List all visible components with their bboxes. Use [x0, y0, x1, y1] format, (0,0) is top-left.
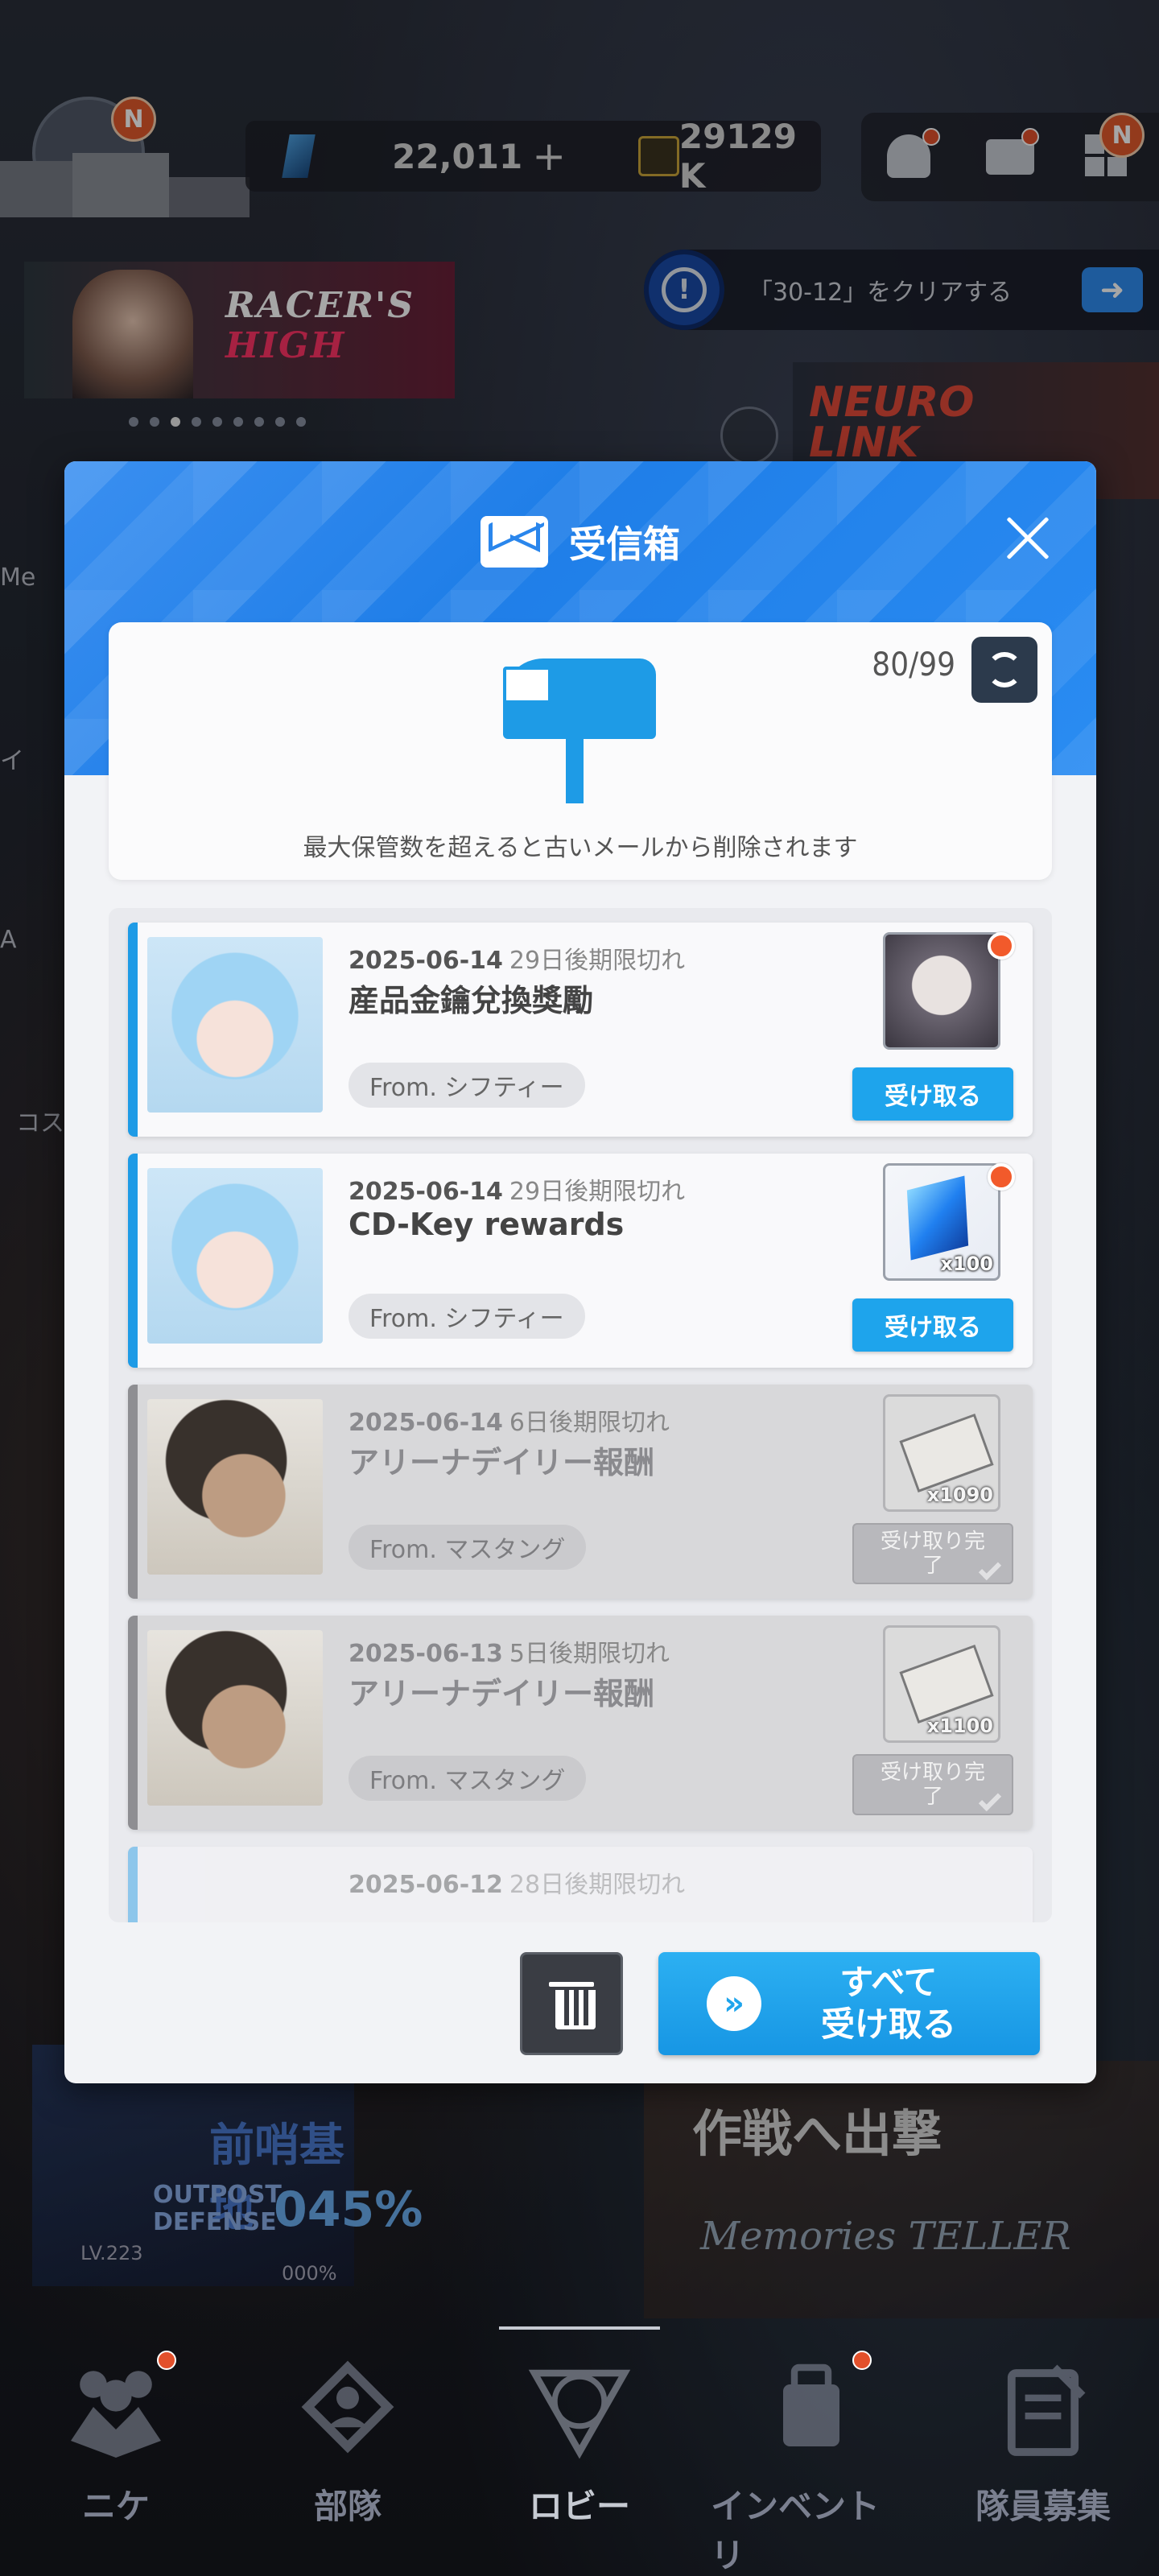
mail-sender: From. シフティー [349, 1294, 585, 1339]
reward-ticket-icon[interactable]: x1090 [883, 1394, 1000, 1512]
claim-all-button[interactable]: » すべて 受け取る [658, 1952, 1040, 2055]
mail-title: CD-Key rewards [349, 1207, 625, 1242]
nav-label: 隊員募集 [975, 2487, 1111, 2526]
mail-list[interactable]: 2025-06-14 29日後期限切れ 産品金鑰兌換獎勵 From. シフティー … [109, 908, 1052, 1922]
lobby-icon [528, 2369, 631, 2459]
sender-avatar [147, 937, 323, 1113]
nav-nikke[interactable]: ニケ [15, 2351, 217, 2529]
reward-gem-icon[interactable]: x100 [883, 1163, 1000, 1281]
mail-date: 2025-06-14 6日後期限切れ [349, 1409, 670, 1437]
mail-expiry: 5日後期限切れ [509, 1640, 670, 1668]
mail-item[interactable]: 2025-06-14 29日後期限切れ 産品金鑰兌換獎勵 From. シフティー … [128, 923, 1033, 1137]
mail-title: 産品金鑰兌換獎勵 [349, 983, 594, 1018]
inventory-icon [783, 2363, 839, 2446]
envelope-icon [481, 516, 548, 568]
nav-label: ニケ [81, 2487, 150, 2526]
mail-item[interactable]: 2025-06-13 5日後期限切れ アリーナデイリー報酬 From. マスタング… [128, 1616, 1033, 1830]
recruit-icon [1007, 2364, 1086, 2456]
close-icon[interactable] [1000, 510, 1056, 566]
mail-count: 80/99 [872, 646, 955, 683]
mail-sender: From. シフティー [349, 1063, 585, 1108]
inbox-info-card: 80/99 最大保管数を超えると古いメールから削除されます [109, 622, 1052, 880]
mail-item[interactable]: 2025-06-14 6日後期限切れ アリーナデイリー報酬 From. マスタング… [128, 1385, 1033, 1599]
trash-icon [549, 1982, 596, 2029]
unread-dot [988, 932, 1015, 960]
modal-title: 受信箱 [569, 522, 680, 566]
mail-date: 2025-06-12 28日後期限切れ [349, 1871, 686, 1899]
mail-date: 2025-06-13 5日後期限切れ [349, 1640, 670, 1668]
nav-label: ロビー [528, 2487, 630, 2526]
mail-sender: From. マスタング [349, 1756, 587, 1801]
squad-icon [301, 2360, 394, 2454]
mail-date: 2025-06-14 29日後期限切れ [349, 947, 686, 975]
mail-expiry: 29日後期限切れ [509, 947, 686, 975]
claimed-status: 受け取り完了 [852, 1523, 1013, 1584]
mail-item[interactable]: 2025-06-12 28日後期限切れ [128, 1847, 1033, 1922]
nikke-icon [71, 2371, 161, 2458]
claim-all-label: すべて 受け取る [820, 1963, 956, 2044]
reward-quantity: x1090 [926, 1484, 993, 1506]
sender-avatar [147, 1399, 323, 1575]
refresh-button[interactable] [971, 637, 1037, 703]
mail-expiry: 29日後期限切れ [509, 1178, 686, 1206]
nav-label: インベントリ [711, 2487, 881, 2575]
mail-sender: From. マスタング [349, 1525, 587, 1570]
mail-title: アリーナデイリー報酬 [349, 1445, 655, 1480]
mail-item[interactable]: 2025-06-14 29日後期限切れ CD-Key rewards From. … [128, 1154, 1033, 1368]
modal-title-bar: 受信箱 [64, 510, 1096, 574]
sender-avatar [147, 1630, 323, 1806]
delete-button[interactable] [520, 1952, 623, 2055]
sender-avatar [147, 1168, 323, 1344]
mailbox-icon [503, 658, 656, 803]
mail-expiry: 28日後期限切れ [509, 1871, 686, 1899]
double-chevron-icon: » [707, 1976, 761, 2031]
mail-expiry: 6日後期限切れ [509, 1409, 670, 1437]
claim-button[interactable]: 受け取る [852, 1067, 1013, 1121]
storage-notice: 最大保管数を超えると古いメールから削除されます [303, 834, 858, 862]
nav-squad[interactable]: 部隊 [247, 2351, 448, 2529]
nav-recruit[interactable]: 隊員募集 [942, 2351, 1144, 2529]
nav-badge-dot [852, 2351, 872, 2370]
reward-character-icon[interactable] [883, 932, 1000, 1050]
refresh-icon [987, 652, 1022, 687]
reward-quantity: x100 [940, 1253, 993, 1275]
mail-date: 2025-06-14 29日後期限切れ [349, 1178, 686, 1206]
nav-lobby[interactable]: ロビー [479, 2326, 680, 2529]
nav-badge-dot [157, 2351, 176, 2370]
reward-quantity: x1100 [926, 1715, 993, 1737]
nav-label: 部隊 [313, 2487, 382, 2526]
mail-title: アリーナデイリー報酬 [349, 1676, 655, 1711]
nav-inventory[interactable]: インベントリ [711, 2351, 912, 2576]
reward-ticket-icon[interactable]: x1100 [883, 1625, 1000, 1743]
unread-dot [988, 1163, 1015, 1191]
inbox-modal: 受信箱 80/99 最大保管数を超えると古いメールから削除されます 2025-0… [64, 461, 1096, 2083]
bottom-nav: ニケ 部隊 ロビー インベントリ 隊員募集 [0, 2326, 1159, 2576]
claimed-status: 受け取り完了 [852, 1754, 1013, 1815]
claim-button[interactable]: 受け取る [852, 1298, 1013, 1352]
